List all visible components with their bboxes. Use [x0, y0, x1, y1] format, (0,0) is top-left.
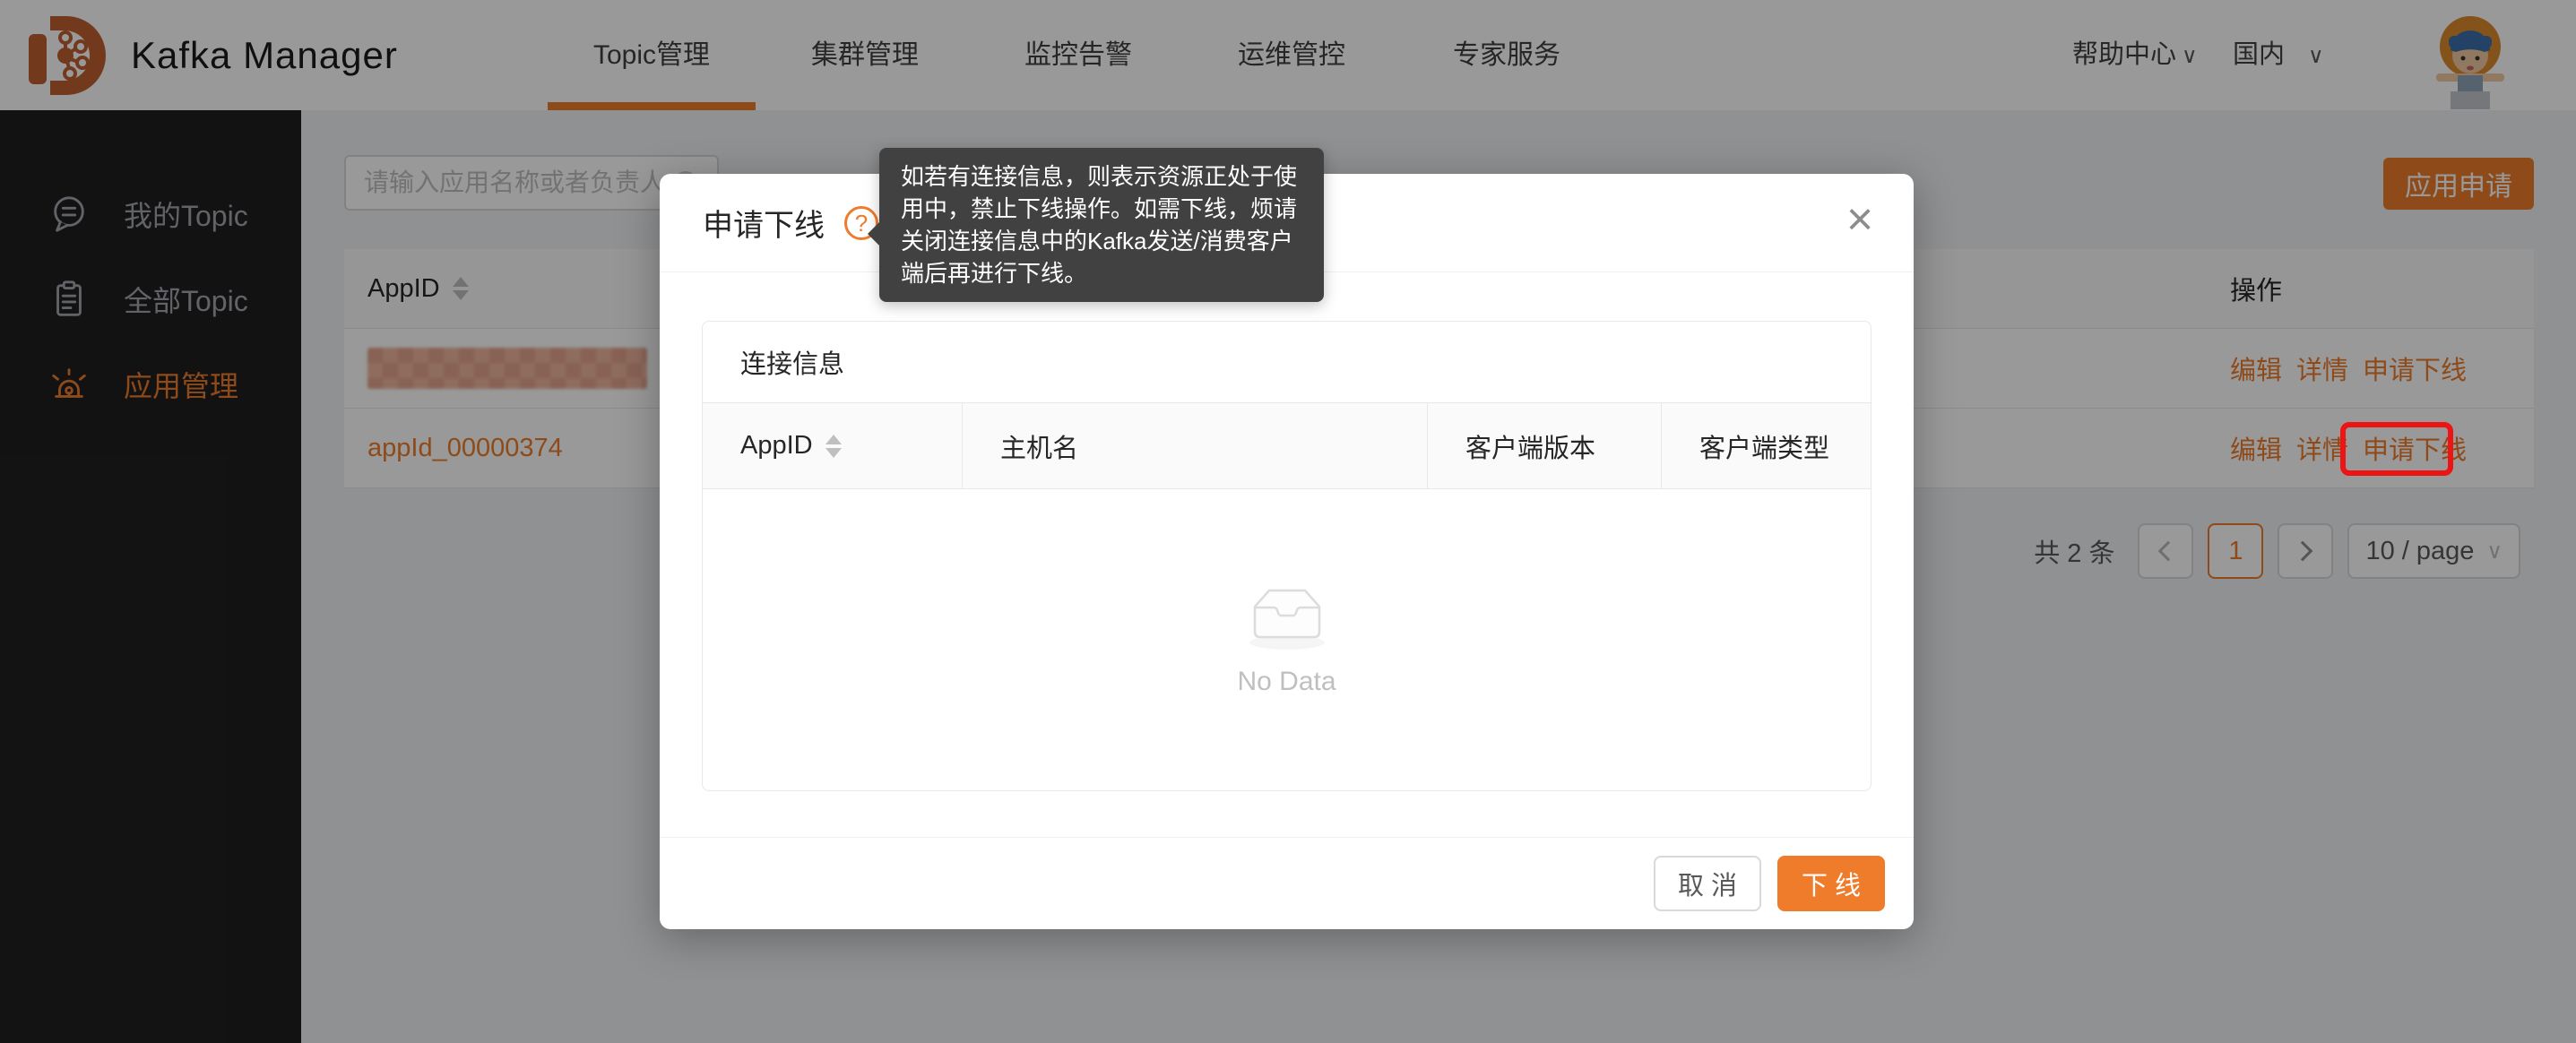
connection-info-panel: 连接信息 AppID 主机名 客户端版本 客户端类型 No Data: [702, 321, 1871, 791]
cancel-button[interactable]: 取 消: [1654, 856, 1761, 911]
empty-box-icon: [1242, 582, 1332, 652]
modal-table-header-row: AppID 主机名 客户端版本 客户端类型: [703, 403, 1871, 489]
no-data-text: No Data: [1237, 667, 1336, 697]
modal-appid-column-header[interactable]: AppID: [703, 403, 963, 488]
offline-confirm-button[interactable]: 下 线: [1777, 856, 1885, 911]
sort-carets-icon[interactable]: [826, 435, 842, 458]
connection-info-title: 连接信息: [703, 322, 1871, 403]
app-root: Kafka Manager Topic管理 集群管理 监控告警 运维管控 专家服…: [0, 0, 2576, 1043]
offline-help-tooltip: 如若有连接信息，则表示资源正处于使用中，禁止下线操作。如需下线，烦请关闭连接信息…: [879, 148, 1324, 302]
modal-client-type-column-header: 客户端类型: [1662, 403, 1871, 488]
close-icon[interactable]: ×: [1833, 194, 1887, 247]
modal-footer: 取 消 下 线: [660, 837, 1914, 929]
modal-hostname-column-header: 主机名: [963, 403, 1428, 488]
modal-client-version-column-header: 客户端版本: [1428, 403, 1662, 488]
annotation-highlight-box: [2340, 422, 2453, 476]
empty-state: No Data: [703, 489, 1871, 789]
modal-title: 申请下线: [703, 201, 825, 245]
